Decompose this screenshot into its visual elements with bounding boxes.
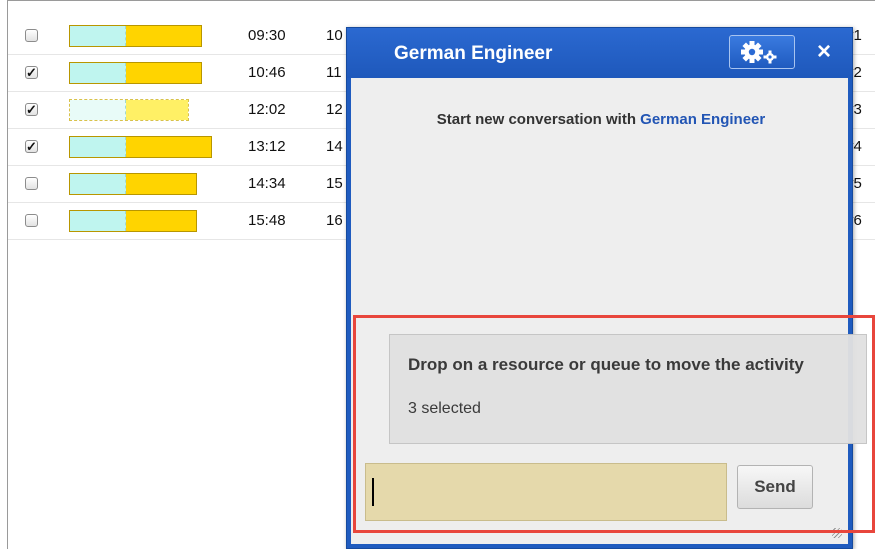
start-time: 12:02: [248, 101, 286, 118]
row-checkbox[interactable]: ✓: [25, 140, 38, 153]
end-time: 14: [326, 138, 343, 155]
activity-bar[interactable]: [69, 173, 197, 195]
gear-icon: [741, 41, 777, 64]
contact-link[interactable]: German Engineer: [640, 111, 765, 128]
start-time: 14:34: [248, 175, 286, 192]
activity-bar[interactable]: [69, 136, 212, 158]
start-time: 09:30: [248, 27, 286, 44]
row-checkbox[interactable]: ✓: [25, 103, 38, 116]
row-checkbox[interactable]: [25, 214, 38, 227]
activity-bar[interactable]: [69, 62, 202, 84]
end-time: 12: [326, 101, 343, 118]
start-time: 10:46: [248, 64, 286, 81]
start-conversation-text: Start new conversation with German Engin…: [411, 110, 791, 129]
activity-bar[interactable]: [69, 210, 197, 232]
activity-bar[interactable]: [69, 25, 202, 47]
end-time: 10: [326, 27, 343, 44]
end-time: 15: [326, 175, 343, 192]
settings-button[interactable]: [729, 35, 795, 69]
start-conversation-prefix: Start new conversation with: [436, 111, 636, 128]
start-time: 13:12: [248, 138, 286, 155]
row-checkbox[interactable]: [25, 177, 38, 190]
chat-title-bar[interactable]: German Engineer ×: [347, 28, 852, 78]
end-time: 11: [326, 64, 342, 81]
activity-bar[interactable]: [69, 99, 189, 121]
end-time: 16: [326, 212, 343, 229]
row-checkbox[interactable]: [25, 29, 38, 42]
chat-title: German Engineer: [394, 43, 553, 64]
highlight-box: [353, 315, 875, 533]
row-checkbox[interactable]: ✓: [25, 66, 38, 79]
close-icon[interactable]: ×: [811, 39, 837, 65]
start-time: 15:48: [248, 212, 286, 229]
